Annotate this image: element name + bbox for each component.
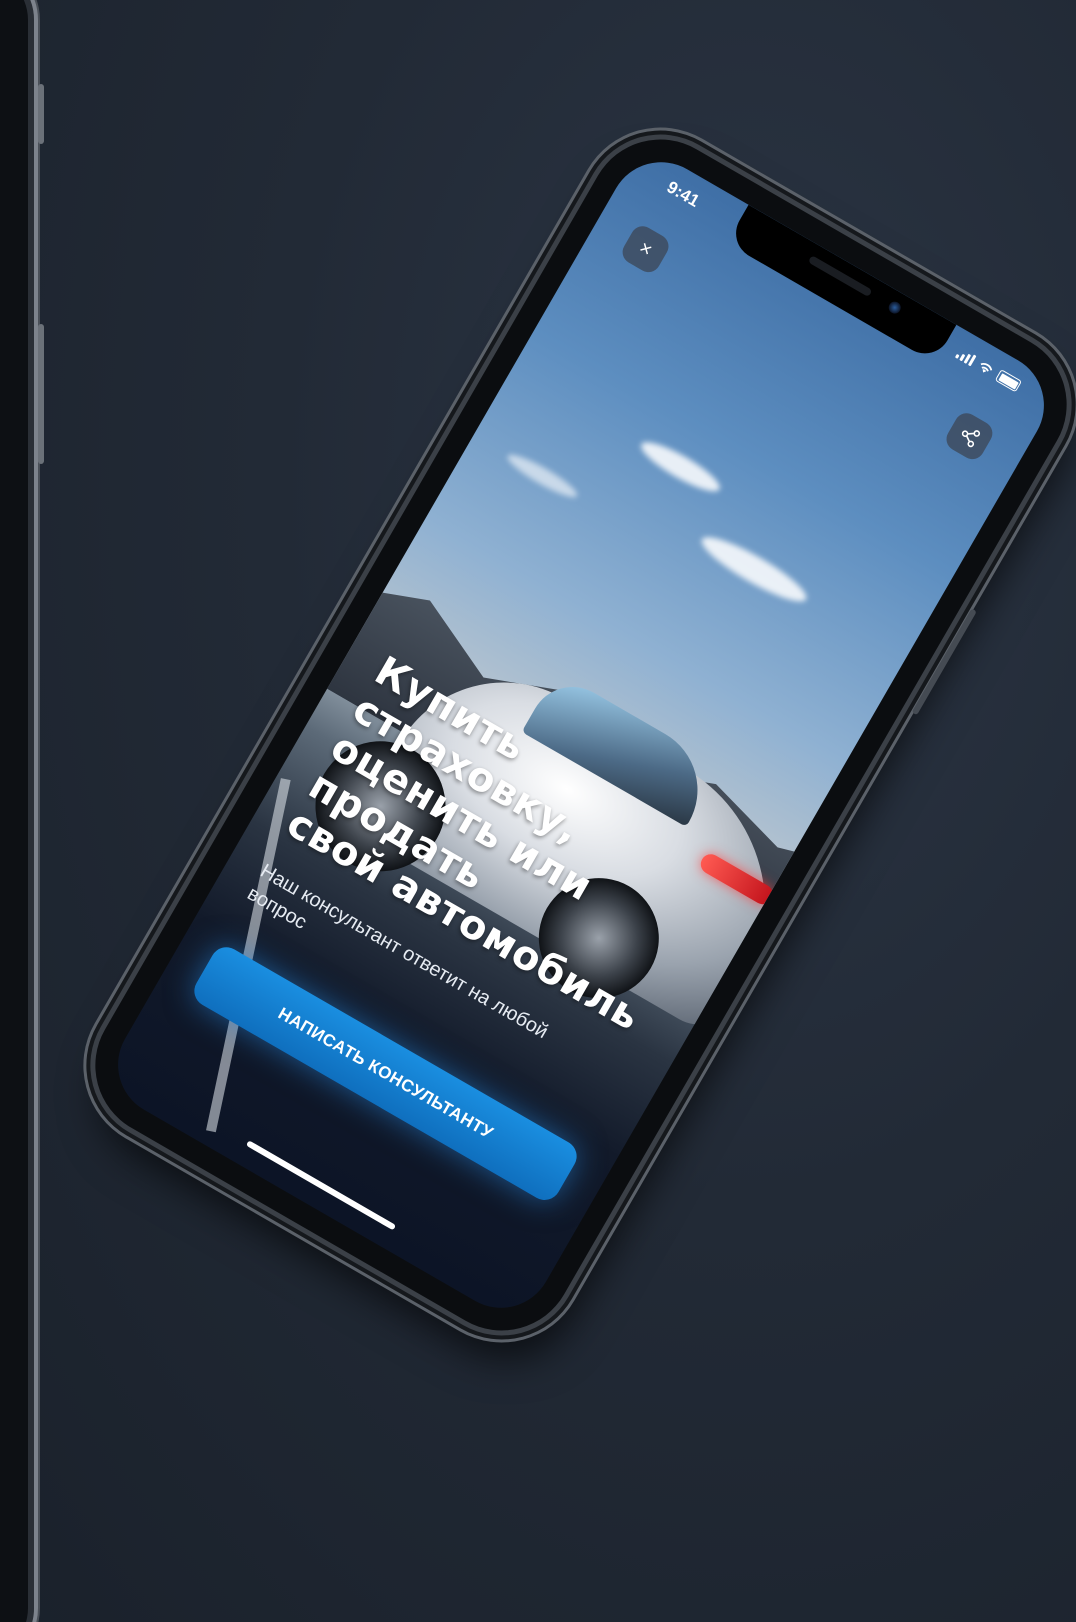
notch-speaker [807, 255, 873, 298]
notch-camera [886, 299, 903, 316]
background-phone-device [0, 0, 44, 1622]
cloud-shape [503, 449, 581, 503]
cloud-shape [635, 434, 725, 499]
device-side-button [38, 84, 44, 144]
app-screen: 9:41 × Купить страховку, оценить или про… [99, 143, 1063, 1327]
phone-device-wrapper: 9:41 × Купить страховку, оценить или про… [69, 113, 1076, 1357]
device-side-button [38, 324, 44, 464]
phone-device: 9:41 × Купить страховку, оценить или про… [69, 113, 1076, 1357]
cloud-shape [695, 528, 813, 611]
share-icon [961, 430, 981, 448]
mockup-scene: 9:41 × Купить страховку, оценить или про… [0, 0, 1076, 1622]
close-icon: × [635, 236, 657, 262]
